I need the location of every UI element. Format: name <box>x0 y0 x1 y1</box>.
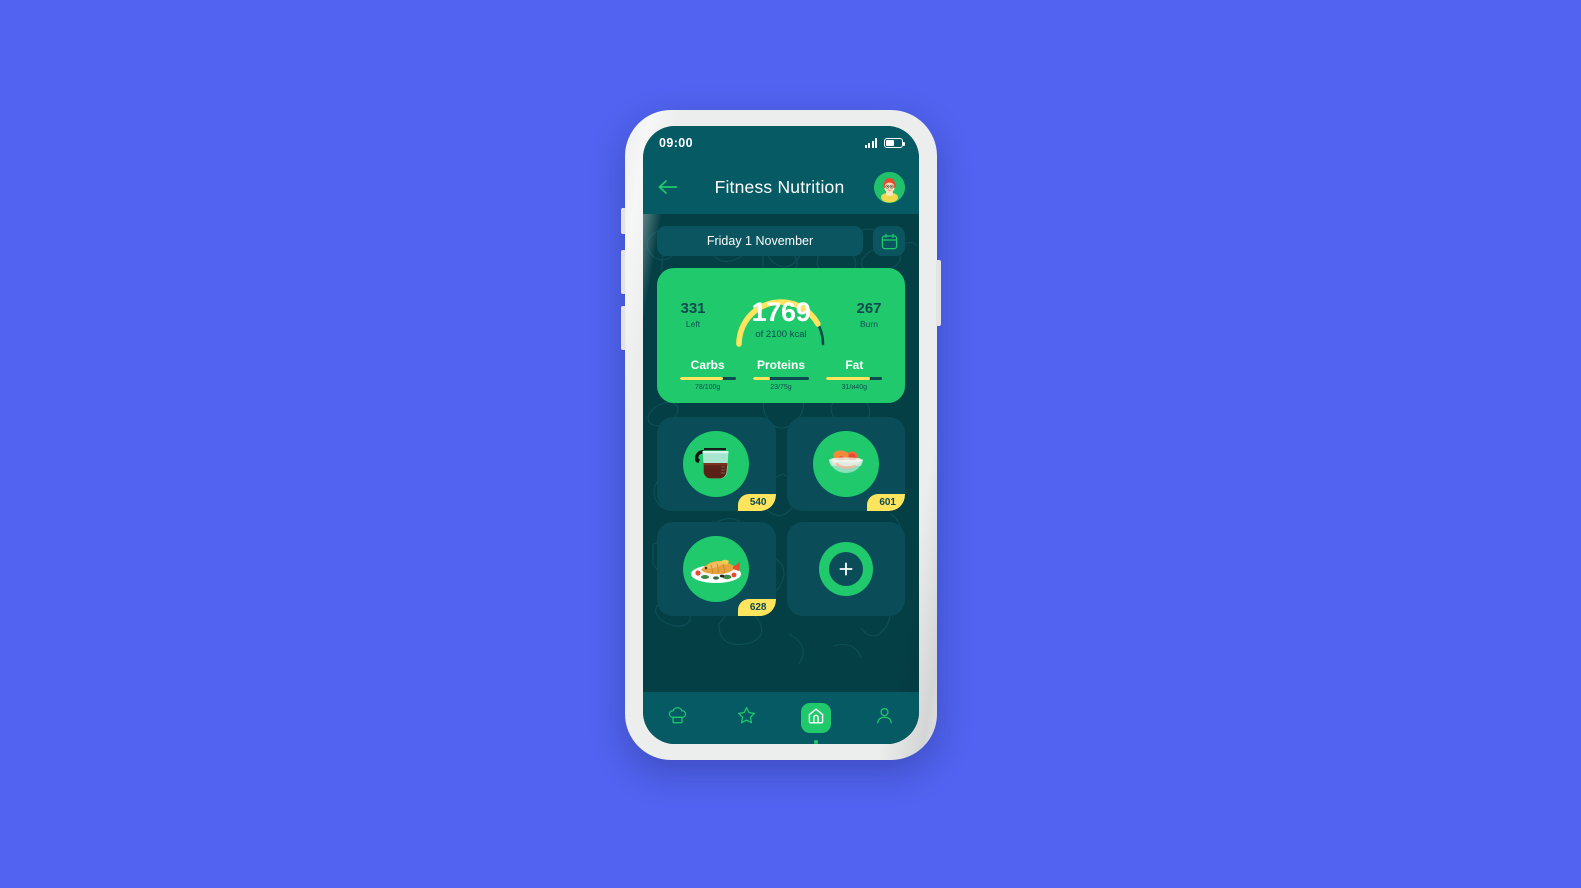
date-pill[interactable]: Friday 1 November <box>657 226 863 256</box>
macro-fat: Fat 31/и40g <box>818 358 891 391</box>
status-bar: 09:00 <box>643 126 919 160</box>
meal-card-coffee-pot[interactable]: 540 <box>657 417 776 511</box>
calories-left-stat: 331 Left <box>671 301 715 329</box>
app-bar: Fitness Nutrition <box>643 160 919 214</box>
battery-icon <box>884 138 905 148</box>
calorie-summary-card: 331 Left 1769 of 2100 kcal 267 Burn Carb… <box>657 268 905 403</box>
plus-icon <box>839 562 853 576</box>
macro-value: 23/75g <box>770 384 792 391</box>
active-nav-indicator <box>813 740 818 744</box>
nav-item-profile[interactable] <box>870 703 900 733</box>
calories-left-value: 331 <box>680 300 706 318</box>
volume-up-button[interactable] <box>621 250 626 294</box>
macro-progress-bar <box>826 377 883 380</box>
coffee-pot-icon <box>691 439 741 490</box>
meal-card-fish-plate[interactable]: 628 <box>657 522 776 616</box>
calorie-gauge: 1769 of 2100 kcal <box>723 278 839 352</box>
phone-device-frame: 09:00 Fitness Nutrition Friday 1 Novembe… <box>621 110 941 760</box>
add-meal-ring <box>818 542 873 596</box>
nav-item-recipes[interactable] <box>663 703 693 733</box>
status-bar-clock: 09:00 <box>659 136 693 150</box>
meal-calorie-badge: 628 <box>737 599 776 616</box>
fish-plate-icon <box>689 546 743 593</box>
page-background: 09:00 Fitness Nutrition Friday 1 Novembe… <box>0 0 1581 888</box>
macro-carbs: Carbs 78/100g <box>671 358 744 391</box>
nav-item-home[interactable] <box>800 703 831 744</box>
meal-image-disc <box>683 431 750 497</box>
volume-down-button[interactable] <box>621 306 626 350</box>
nav-item-favorites[interactable] <box>732 703 762 733</box>
silent-switch-button[interactable] <box>621 208 626 234</box>
star-icon <box>737 706 756 730</box>
meal-image-disc <box>812 431 879 497</box>
status-bar-indicators <box>864 138 905 148</box>
macro-progress-bar <box>679 377 736 380</box>
macro-name: Fat <box>845 358 864 372</box>
meal-card-add-meal[interactable] <box>786 522 905 616</box>
calendar-button[interactable] <box>873 226 905 256</box>
macro-progress-bar <box>752 377 809 380</box>
home-icon <box>807 707 825 730</box>
avatar[interactable] <box>874 171 905 203</box>
page-title: Fitness Nutrition <box>714 176 845 197</box>
bottom-navigation <box>643 692 919 744</box>
fruit-bowl-icon <box>821 440 871 489</box>
meal-calorie-badge: 540 <box>737 494 776 511</box>
calendar-icon <box>881 233 897 249</box>
calories-consumed-value: 1769 <box>751 296 811 327</box>
meal-calorie-badge: 601 <box>867 494 905 511</box>
date-selector-row: Friday 1 November <box>657 226 905 256</box>
macros-row: Carbs 78/100g Proteins 23/75g Fat 31/и40g <box>671 358 891 391</box>
macro-name: Proteins <box>756 358 805 372</box>
add-meal-button[interactable] <box>828 552 863 586</box>
calories-burn-value: 267 <box>856 300 882 318</box>
power-button[interactable] <box>936 260 941 326</box>
chef-hat-icon <box>668 706 687 730</box>
calories-left-label: Left <box>685 318 701 329</box>
arrow-left-icon[interactable] <box>657 178 679 196</box>
calories-goal-label: of 2100 kcal <box>755 328 807 340</box>
app-body: B A Friday 1 November <box>643 214 919 692</box>
macro-proteins: Proteins 23/75g <box>744 358 817 391</box>
signal-bars-icon <box>864 138 877 148</box>
macro-value: 31/и40g <box>841 384 867 391</box>
calories-burn-stat: 267 Burn <box>847 301 891 329</box>
person-icon <box>875 706 894 730</box>
meal-image-disc <box>683 536 750 602</box>
macro-value: 78/100g <box>695 384 721 391</box>
macro-name: Carbs <box>690 358 725 372</box>
meal-card-fruit-bowl[interactable]: 601 <box>786 417 905 511</box>
phone-screen: 09:00 Fitness Nutrition Friday 1 Novembe… <box>643 126 919 744</box>
gauge-row: 331 Left 1769 of 2100 kcal 267 Burn <box>671 278 891 352</box>
calories-burn-label: Burn <box>860 318 878 329</box>
meal-grid: 540 601 628 <box>657 417 905 616</box>
